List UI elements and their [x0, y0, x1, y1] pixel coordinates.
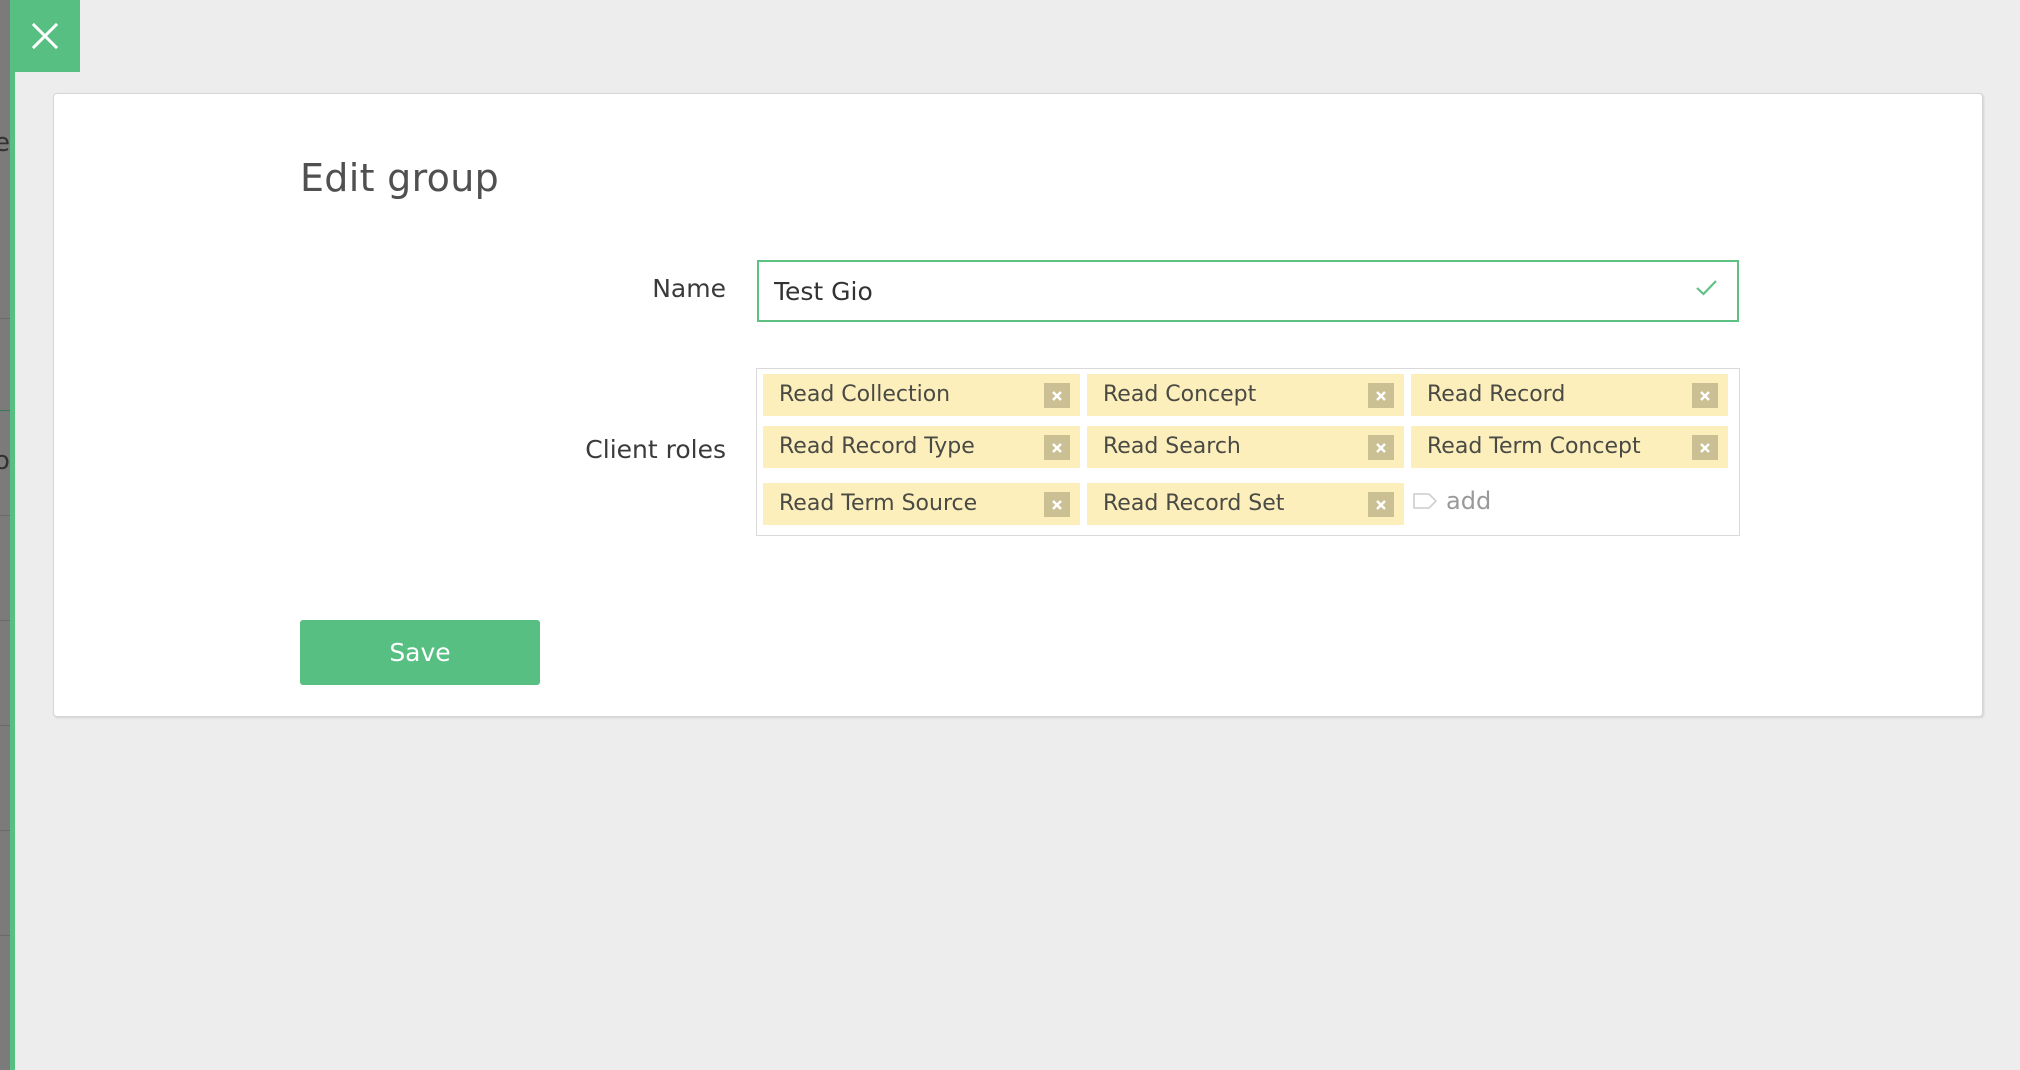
background-divider — [0, 620, 10, 621]
background-text-fragment: o — [0, 446, 10, 476]
background-divider — [0, 318, 10, 319]
save-button[interactable]: Save — [300, 620, 540, 685]
close-icon — [1700, 442, 1710, 453]
client-roles-tag-input[interactable]: Read Collection Read Concept Read Record… — [756, 368, 1740, 536]
role-tag-label: Read Record Type — [779, 434, 975, 459]
remove-tag-button[interactable] — [1368, 435, 1394, 460]
role-tag: Read Record Type — [763, 426, 1080, 468]
remove-tag-button[interactable] — [1368, 383, 1394, 408]
close-icon — [1052, 442, 1062, 453]
remove-tag-button[interactable] — [1044, 383, 1070, 408]
remove-tag-button[interactable] — [1692, 435, 1718, 460]
role-tag: Read Concept — [1087, 374, 1404, 416]
role-tag: Read Term Concept — [1411, 426, 1728, 468]
dialog-title: Edit group — [300, 156, 500, 200]
background-divider — [0, 725, 10, 726]
close-icon — [1376, 442, 1386, 453]
background-divider — [0, 830, 10, 831]
role-tag-label: Read Record Set — [1103, 491, 1285, 516]
role-tag-label: Read Search — [1103, 434, 1241, 459]
close-icon — [1376, 499, 1386, 510]
tag-icon — [1413, 493, 1437, 509]
remove-tag-button[interactable] — [1044, 435, 1070, 460]
add-role-placeholder: add — [1446, 487, 1492, 515]
close-icon — [31, 22, 59, 50]
background-page-strip: e o — [0, 0, 10, 1070]
close-icon — [1052, 390, 1062, 401]
close-icon — [1376, 390, 1386, 401]
role-tag-label: Read Term Source — [779, 491, 978, 516]
add-role-input[interactable]: add — [1412, 487, 1491, 515]
close-panel-button[interactable] — [10, 0, 80, 72]
role-tag: Read Record Set — [1087, 483, 1404, 525]
role-tag-label: Read Term Concept — [1427, 434, 1641, 459]
edit-group-dialog: Edit group Name Client roles Read Collec… — [53, 93, 1983, 717]
panel-accent-rail — [10, 0, 15, 1070]
remove-tag-button[interactable] — [1044, 492, 1070, 517]
close-icon — [1052, 499, 1062, 510]
role-tag-label: Read Concept — [1103, 382, 1257, 407]
role-tag: Read Record — [1411, 374, 1728, 416]
name-field[interactable] — [757, 260, 1739, 322]
background-divider — [0, 410, 10, 411]
role-tag-label: Read Collection — [779, 382, 951, 407]
role-tag-label: Read Record — [1427, 382, 1566, 407]
role-tag: Read Search — [1087, 426, 1404, 468]
role-tag: Read Term Source — [763, 483, 1080, 525]
role-tag: Read Collection — [763, 374, 1080, 416]
close-icon — [1700, 390, 1710, 401]
remove-tag-button[interactable] — [1692, 383, 1718, 408]
remove-tag-button[interactable] — [1368, 492, 1394, 517]
background-divider — [0, 935, 10, 936]
name-input[interactable] — [759, 275, 1676, 307]
name-label: Name — [652, 274, 726, 303]
client-roles-label: Client roles — [585, 435, 726, 464]
background-divider — [0, 515, 10, 516]
checkmark-icon — [1696, 280, 1717, 296]
background-text-fragment: e — [0, 128, 10, 158]
